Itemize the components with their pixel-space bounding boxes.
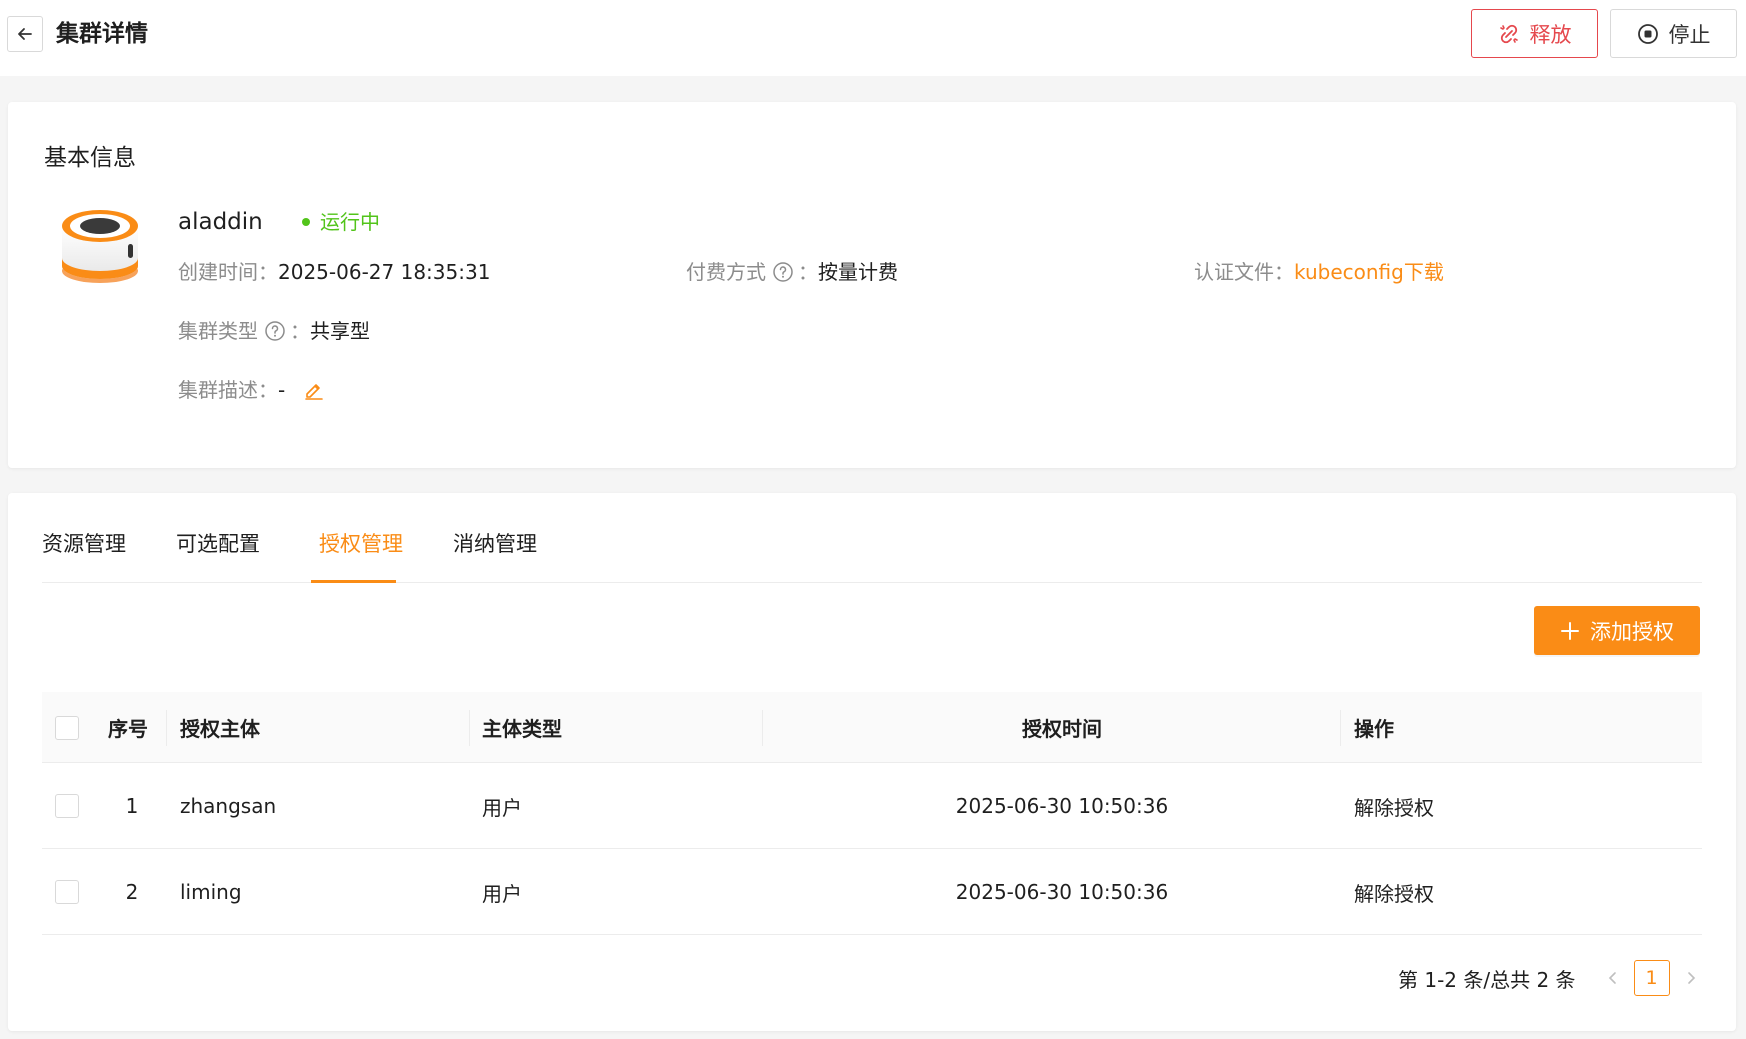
column-divider: [469, 710, 470, 746]
cluster-type-row: 集群类型 ： 共享型: [178, 316, 370, 346]
release-label: 释放: [1529, 22, 1572, 47]
chevron-right-icon: [1687, 972, 1695, 984]
row-subject: liming: [180, 880, 242, 904]
stop-button[interactable]: 停止: [1610, 9, 1737, 58]
tab-consumption-management[interactable]: 消纳管理: [453, 529, 537, 559]
basic-info-card: 基本信息 aladdin 运行中 创建时间： 2025-06-27 18:35:…: [8, 102, 1736, 468]
row-subject-type: 用户: [482, 795, 522, 820]
col-subject-type: 主体类型: [482, 717, 562, 741]
page-title: 集群详情: [56, 21, 148, 47]
cluster-desc-row: 集群描述： -: [178, 375, 325, 405]
row-checkbox[interactable]: [55, 794, 79, 818]
tab-bar: 资源管理 可选配置 授权管理 消纳管理: [42, 493, 1702, 583]
row-index: 1: [125, 794, 139, 818]
question-circle-icon[interactable]: [772, 261, 794, 283]
billing-value: 按量计费: [818, 260, 898, 284]
chevron-left-icon: [1608, 972, 1616, 984]
cluster-type-label: 集群类型: [178, 319, 258, 343]
cluster-type-colon: ：: [290, 319, 310, 343]
row-auth-time: 2025-06-30 10:50:36: [955, 794, 1169, 818]
select-all-checkbox[interactable]: [55, 715, 79, 740]
billing-row: 付费方式 ： 按量计费: [686, 257, 898, 287]
created-time-label: 创建时间：: [178, 260, 278, 284]
kubeconfig-download-link[interactable]: kubeconfig下载: [1294, 257, 1444, 287]
auth-file-row: 认证文件： kubeconfig下载: [1194, 257, 1444, 287]
stop-label: 停止: [1668, 22, 1711, 47]
billing-colon: ：: [798, 260, 818, 284]
row-auth-time: 2025-06-30 10:50:36: [955, 880, 1169, 904]
select-all-cell: [55, 692, 79, 763]
auth-file-label: 认证文件：: [1194, 260, 1294, 284]
stop-circle-icon: [1637, 23, 1658, 44]
cluster-desc-value: -: [278, 378, 286, 402]
question-circle-icon[interactable]: [264, 320, 286, 342]
status-text: 运行中: [320, 210, 380, 234]
row-subject-type: 用户: [482, 881, 522, 906]
col-action: 操作: [1354, 717, 1394, 741]
status-dot: [302, 218, 310, 226]
table-header: 序号 授权主体 主体类型 授权时间 操作: [42, 692, 1702, 763]
prev-page-button[interactable]: [1598, 960, 1628, 996]
table-row: 1 zhangsan 用户 2025-06-30 10:50:36 解除授权: [42, 763, 1702, 849]
tab-optional-config[interactable]: 可选配置: [176, 529, 260, 559]
column-divider: [1340, 710, 1341, 746]
row-checkbox[interactable]: [55, 880, 79, 904]
pagination: 第 1-2 条/总共 2 条 1: [1398, 960, 1706, 996]
revoke-authorization-link[interactable]: 解除授权: [1354, 849, 1434, 935]
release-button[interactable]: 释放: [1471, 9, 1598, 58]
row-select-cell: [55, 763, 79, 849]
tabs-card: 资源管理 可选配置 授权管理 消纳管理 添加授权 序号 授权主体 主体类型 授权…: [8, 493, 1736, 1031]
row-subject: zhangsan: [180, 794, 277, 818]
col-index: 序号: [108, 717, 148, 741]
tab-authorization-management[interactable]: 授权管理: [319, 529, 403, 559]
add-authorization-button[interactable]: 添加授权: [1534, 606, 1700, 655]
next-page-button[interactable]: [1676, 960, 1706, 996]
add-authorization-label: 添加授权: [1590, 619, 1674, 644]
col-subject: 授权主体: [180, 717, 260, 741]
column-divider: [166, 710, 167, 746]
back-button[interactable]: [7, 16, 43, 52]
page-header: 集群详情 释放 停止: [0, 0, 1746, 76]
active-tab-indicator: [311, 580, 396, 583]
col-auth-time: 授权时间: [1022, 717, 1102, 741]
tab-resource-management[interactable]: 资源管理: [42, 529, 126, 559]
created-time-value: 2025-06-27 18:35:31: [278, 260, 491, 284]
row-index: 2: [125, 880, 139, 904]
status-badge: 运行中: [302, 206, 380, 238]
created-time-row: 创建时间： 2025-06-27 18:35:31: [178, 257, 490, 287]
row-select-cell: [55, 849, 79, 935]
billing-label: 付费方式: [686, 260, 766, 284]
section-title: 基本信息: [44, 145, 136, 171]
unlink-icon: [1499, 24, 1518, 43]
page-number-button[interactable]: 1: [1633, 960, 1670, 996]
revoke-authorization-link[interactable]: 解除授权: [1354, 763, 1434, 849]
authorization-table: 序号 授权主体 主体类型 授权时间 操作 1 zhangsan 用户 2025-…: [42, 692, 1702, 935]
plus-icon: [1561, 621, 1579, 640]
cluster-type-value: 共享型: [310, 319, 370, 343]
table-row: 2 liming 用户 2025-06-30 10:50:36 解除授权: [42, 849, 1702, 935]
edit-icon[interactable]: [303, 379, 325, 401]
cluster-cylinder-icon: [62, 210, 138, 283]
cluster-desc-label: 集群描述：: [178, 378, 278, 402]
cluster-name: aladdin: [178, 209, 263, 235]
arrow-left-icon: [18, 28, 32, 40]
pagination-total: 第 1-2 条/总共 2 条: [1398, 967, 1576, 992]
